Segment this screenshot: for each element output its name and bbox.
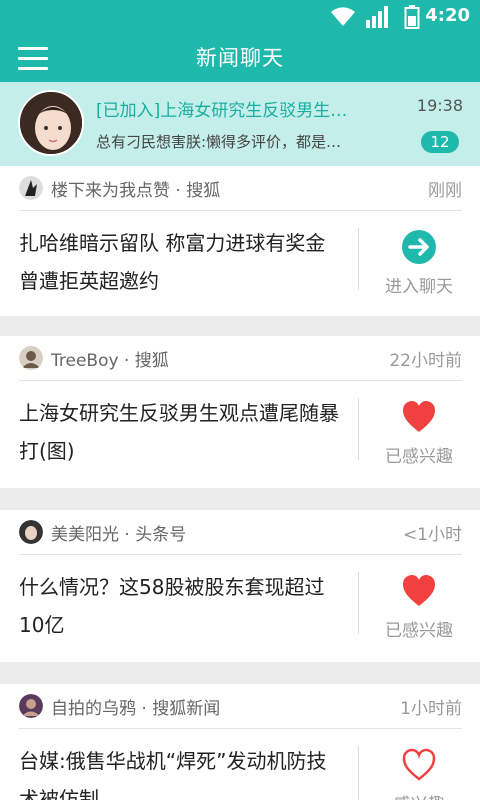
app-bar: 新闻聊天 (0, 34, 480, 82)
page-title: 新闻聊天 (196, 46, 284, 70)
divider (19, 210, 462, 211)
enter-chat-button[interactable]: 进入聊天 (370, 228, 468, 297)
arrow-right-circle-icon (402, 230, 436, 264)
source-label: 楼下来为我点赞 · 搜狐 (51, 180, 221, 201)
signal-icon (366, 6, 388, 28)
divider (19, 380, 462, 381)
news-card[interactable]: TreeBoy · 搜狐 22小时前 上海女研究生反驳男生观点遭尾随暴打(图) … (0, 336, 480, 488)
interested-button[interactable]: 感兴趣 (370, 746, 468, 800)
chat-last-message: 总有刁民想害朕:懒得多评价，都是… (96, 133, 342, 151)
timestamp: 1小时前 (400, 699, 462, 719)
heart-filled-icon (403, 575, 435, 606)
heart-filled-icon (403, 401, 435, 432)
news-headline[interactable]: 上海女研究生反驳男生观点遭尾随暴打(图) (19, 394, 345, 470)
clock: 4:20 (425, 5, 470, 26)
news-headline[interactable]: 扎哈维暗示留队 称富力进球有奖金曾遭拒英超邀约 (19, 224, 345, 300)
timestamp: 22小时前 (389, 351, 462, 371)
divider (358, 228, 359, 290)
avatar (19, 176, 43, 200)
joined-chat-banner[interactable]: [已加入]上海女研究生反驳男生… 总有刁民想害朕:懒得多评价，都是… 19:38… (0, 82, 480, 166)
action-label: 进入聊天 (385, 277, 453, 297)
timestamp: <1小时 (402, 525, 462, 545)
source-label: 美美阳光 · 头条号 (51, 524, 187, 545)
avatar (19, 520, 43, 544)
news-headline[interactable]: 什么情况？这58股被股东套现超过10亿 (19, 568, 345, 644)
news-card[interactable]: 楼下来为我点赞 · 搜狐 刚刚 扎哈维暗示留队 称富力进球有奖金曾遭拒英超邀约 … (0, 166, 480, 316)
card-source: 自拍的乌鸦 · 搜狐新闻 (19, 692, 220, 720)
heart-outline-icon (402, 748, 436, 781)
news-card[interactable]: 美美阳光 · 头条号 <1小时 什么情况？这58股被股东套现超过10亿 已感兴趣 (0, 510, 480, 662)
source-label: TreeBoy · 搜狐 (51, 350, 169, 371)
news-card[interactable]: 自拍的乌鸦 · 搜狐新闻 1小时前 台媒:俄售华战机“焊死”发动机防技术被仿制 … (0, 684, 480, 800)
avatar (19, 694, 43, 718)
divider (19, 554, 462, 555)
timestamp: 刚刚 (428, 181, 462, 201)
card-source: TreeBoy · 搜狐 (19, 344, 169, 372)
divider (19, 728, 462, 729)
interested-button[interactable]: 已感兴趣 (370, 398, 468, 467)
action-label: 感兴趣 (370, 790, 468, 800)
news-headline[interactable]: 台媒:俄售华战机“焊死”发动机防技术被仿制 (19, 742, 345, 800)
unread-badge: 12 (421, 131, 459, 153)
avatar (19, 346, 43, 370)
action-label: 已感兴趣 (385, 447, 453, 467)
interested-button[interactable]: 已感兴趣 (370, 572, 468, 641)
card-source: 美美阳光 · 头条号 (19, 518, 186, 546)
source-label: 自拍的乌鸦 · 搜狐新闻 (51, 698, 221, 719)
status-bar: 4:20 (0, 0, 480, 34)
divider (358, 398, 359, 460)
card-source: 楼下来为我点赞 · 搜狐 (19, 174, 220, 202)
divider (358, 746, 359, 800)
divider (358, 572, 359, 634)
chat-time: 19:38 (416, 96, 463, 115)
action-label: 已感兴趣 (385, 621, 453, 641)
avatar (18, 90, 84, 156)
chat-title: [已加入]上海女研究生反驳男生… (96, 101, 348, 121)
battery-icon (404, 5, 420, 29)
wifi-icon (331, 7, 355, 26)
